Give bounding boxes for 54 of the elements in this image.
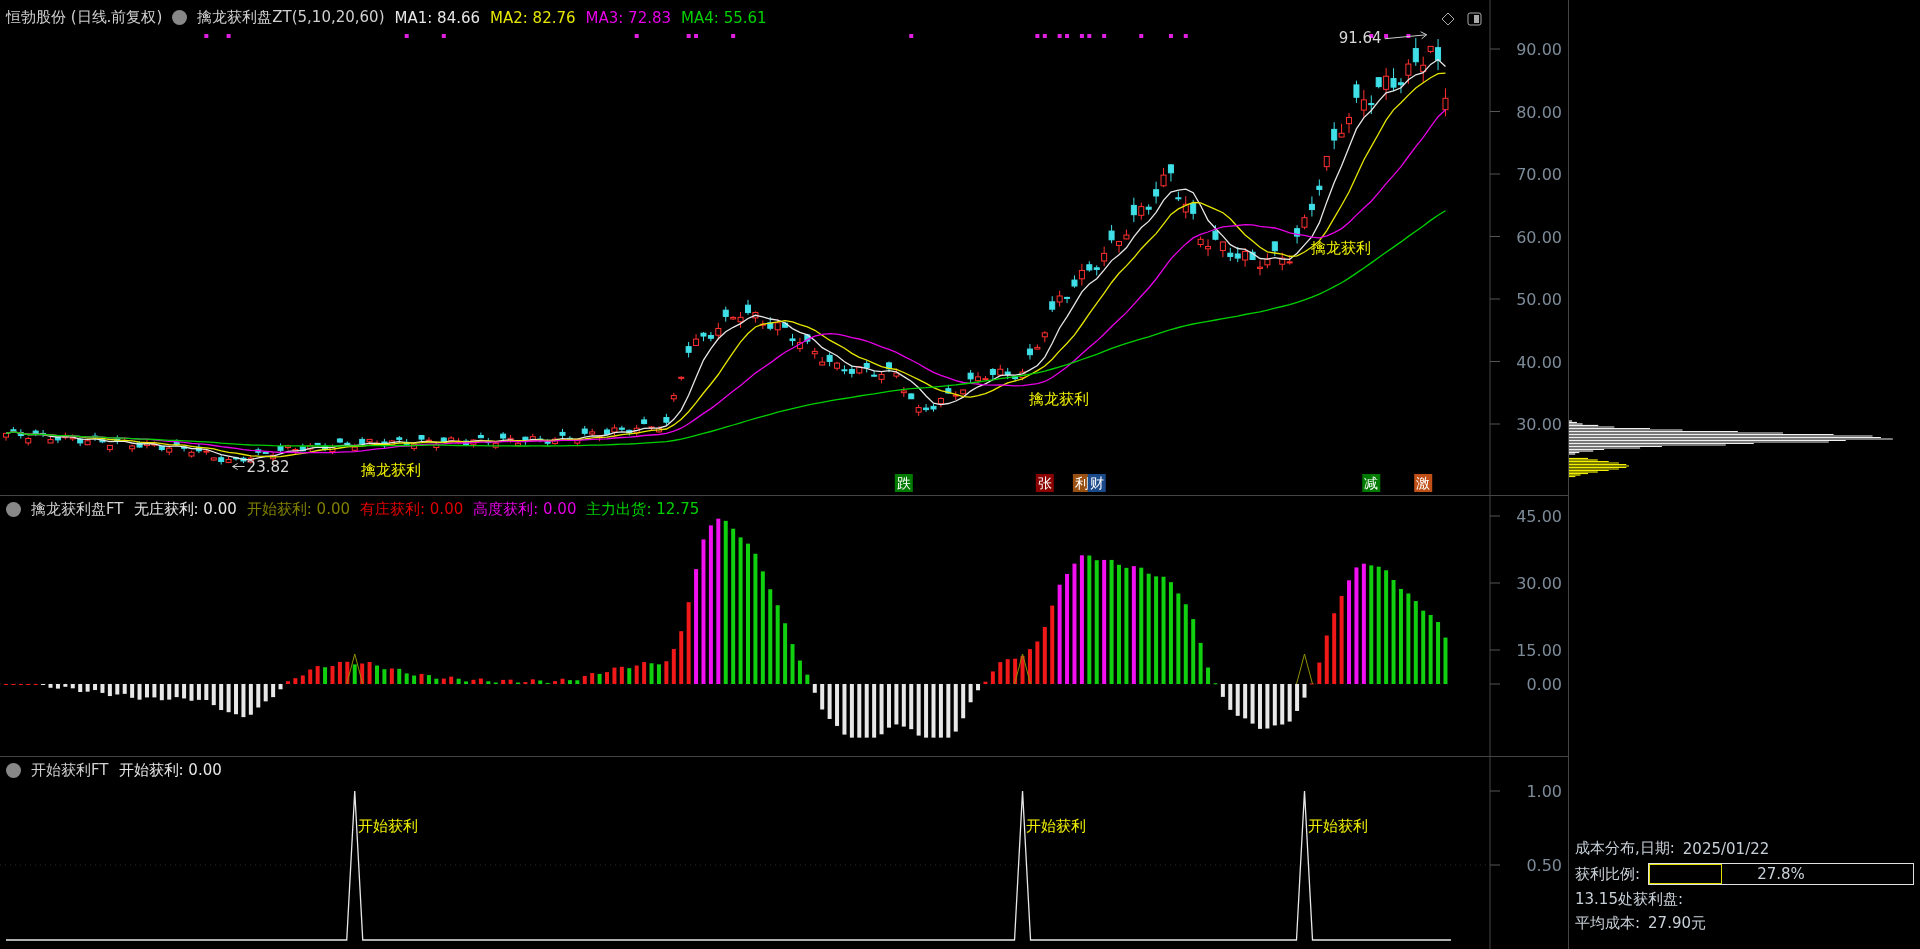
indicator-name: 擒龙获利盘ZT(5,10,20,60)	[197, 8, 385, 27]
axis-label: 0.00	[1526, 675, 1562, 694]
event-tag: 张	[1035, 474, 1054, 492]
high-price-label: 91.64	[1338, 28, 1382, 47]
dropdown-icon[interactable]	[6, 763, 21, 778]
axis-label: 80.00	[1516, 102, 1562, 122]
average-cost: 27.90元	[1648, 914, 1706, 933]
signal-label: 擒龙获利	[1310, 239, 1371, 258]
signal-label: 开始获利	[1307, 817, 1368, 835]
signal-label: 开始获利	[1025, 817, 1086, 835]
event-tag: 减	[1362, 474, 1381, 492]
axis-label: 30.00	[1516, 574, 1562, 593]
event-tag: 激	[1414, 474, 1433, 492]
axis-label: 70.00	[1516, 165, 1562, 184]
profit-position-label: 13.15处获利盘:	[1575, 890, 1683, 909]
profit-ratio-label: 获利比例:	[1575, 864, 1641, 884]
legend-value: MA3: 72.83	[585, 8, 672, 27]
diamond-icon[interactable]	[1441, 12, 1455, 26]
signal-label: 开始获利	[357, 817, 418, 835]
arrow-icon	[1384, 31, 1428, 40]
axis-label: 90.00	[1516, 40, 1562, 59]
cost-date-label: 成本分布,日期:	[1575, 839, 1675, 858]
axis-label: 30.00	[1516, 415, 1562, 434]
legend-value: 主力出货: 12.75	[586, 500, 700, 519]
dropdown-icon[interactable]	[6, 502, 21, 517]
legend-value: MA1: 84.66	[394, 8, 481, 27]
window-icon[interactable]	[1467, 12, 1482, 26]
stock-title: 恒勃股份 (日线.前复权)	[6, 8, 163, 27]
profit-ratio-value: 27.8%	[1757, 865, 1805, 883]
axis-label: 60.00	[1516, 227, 1562, 247]
event-tag: 跌	[894, 474, 913, 492]
axis-label: 15.00	[1516, 641, 1562, 660]
signal-label: 擒龙获利	[360, 460, 421, 479]
axis-label: 1.00	[1526, 782, 1562, 801]
cost-date: 2025/01/22	[1682, 839, 1770, 858]
arrow-icon	[232, 463, 246, 470]
axis-label: 40.00	[1516, 352, 1562, 372]
axis-label: 50.00	[1516, 290, 1562, 309]
legend-value: MA4: 55.61	[681, 8, 767, 27]
average-cost-label: 平均成本:	[1575, 914, 1641, 933]
legend-value: 有庄获利: 0.00	[360, 500, 464, 519]
legend-value: 高度获利: 0.00	[473, 500, 577, 519]
axis-label: 45.00	[1516, 507, 1562, 526]
indicator-name: 开始获利FT	[31, 761, 109, 780]
indicator-name: 擒龙获利盘FT	[31, 500, 124, 519]
low-price-label: 23.82	[246, 457, 290, 476]
legend-value: 开始获利: 0.00	[118, 761, 222, 780]
signal-label: 擒龙获利	[1028, 390, 1089, 409]
dropdown-icon[interactable]	[172, 10, 188, 25]
legend-value: 开始获利: 0.00	[246, 500, 350, 519]
event-tag: 财	[1087, 474, 1106, 492]
axis-label: 0.50	[1526, 856, 1562, 875]
legend-value: 无庄获利: 0.00	[133, 500, 237, 519]
legend-value: MA2: 82.76	[490, 8, 576, 27]
